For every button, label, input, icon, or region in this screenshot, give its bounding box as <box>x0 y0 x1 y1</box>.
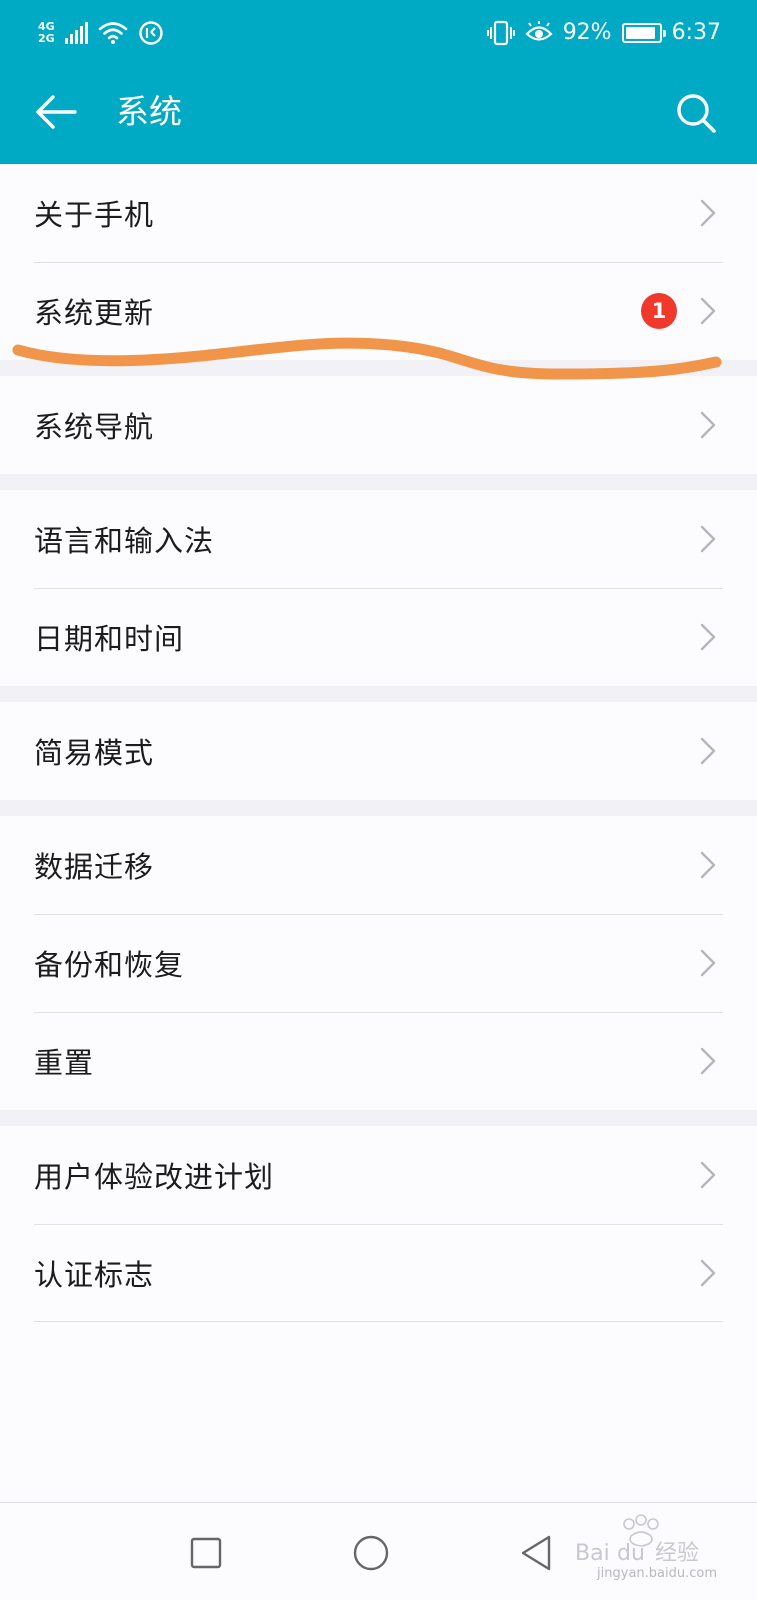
chevron-right-icon <box>699 199 717 227</box>
setting-reset[interactable]: 重置 <box>0 1012 757 1110</box>
back-nav-button[interactable] <box>514 1531 558 1575</box>
battery-level-fill <box>625 27 656 39</box>
status-bar: 4G 2G 92% 6:37 <box>0 0 757 64</box>
setting-label: 日期和时间 <box>34 622 185 656</box>
chevron-right-icon <box>699 1161 717 1189</box>
arrow-left-icon <box>36 95 77 129</box>
chevron-right-icon <box>699 297 717 325</box>
chevron-right-icon <box>699 1259 717 1287</box>
group-divider <box>0 686 757 702</box>
setting-simple-mode[interactable]: 简易模式 <box>0 702 757 800</box>
setting-label: 数据迁移 <box>34 850 155 884</box>
chevron-right-icon <box>699 1047 717 1075</box>
signal-icon <box>64 22 88 44</box>
search-icon <box>677 94 716 133</box>
settings-group: 数据迁移 备份和恢复 重置 <box>0 816 757 1110</box>
chevron-right-icon <box>699 623 717 651</box>
settings-group: 用户体验改进计划 认证标志 <box>0 1126 757 1526</box>
back-button[interactable] <box>30 86 82 138</box>
watermark-url: jingyan.baidu.com <box>597 1566 717 1581</box>
settings-list: 关于手机 系统更新 1 系统导航 语言和输入法 日期和时间 简易模式 数据迁移 … <box>0 164 757 1526</box>
setting-label: 认证标志 <box>34 1258 155 1292</box>
svg-text:du: du <box>617 1541 645 1566</box>
setting-system-navigation[interactable]: 系统导航 <box>0 376 757 474</box>
settings-group: 简易模式 <box>0 702 757 800</box>
wifi-icon <box>98 22 127 44</box>
setting-backup-restore[interactable]: 备份和恢复 <box>0 914 757 1012</box>
setting-label: 用户体验改进计划 <box>34 1160 275 1194</box>
settings-group: 语言和输入法 日期和时间 <box>0 490 757 686</box>
status-right: 92% 6:37 <box>486 16 721 50</box>
chevron-right-icon <box>699 851 717 879</box>
back-triangle-icon <box>521 1535 551 1571</box>
setting-label: 简易模式 <box>34 736 155 770</box>
setting-system-update[interactable]: 系统更新 1 <box>0 262 757 360</box>
group-divider <box>0 800 757 816</box>
network-bottom-label: 2G <box>38 32 55 45</box>
svg-text:Bai: Bai <box>575 1541 610 1566</box>
chevron-right-icon <box>699 949 717 977</box>
data-saver-icon <box>138 21 163 45</box>
group-divider <box>0 474 757 490</box>
home-button[interactable] <box>349 1531 393 1575</box>
group-divider <box>0 1110 757 1126</box>
setting-label: 重置 <box>34 1046 95 1080</box>
search-button[interactable] <box>671 88 721 138</box>
setting-about-phone[interactable]: 关于手机 <box>0 164 757 262</box>
setting-language-input[interactable]: 语言和输入法 <box>0 490 757 588</box>
status-left: 4G 2G <box>38 16 164 50</box>
setting-label: 备份和恢复 <box>34 948 185 982</box>
settings-group: 关于手机 系统更新 1 <box>0 164 757 360</box>
battery-icon <box>621 23 666 43</box>
battery-percent: 92% <box>562 20 612 45</box>
setting-user-experience-program[interactable]: 用户体验改进计划 <box>0 1126 757 1224</box>
setting-label: 关于手机 <box>34 198 155 232</box>
chevron-right-icon <box>699 411 717 439</box>
settings-group: 系统导航 <box>0 376 757 474</box>
setting-label: 系统更新 <box>34 296 155 330</box>
setting-date-time[interactable]: 日期和时间 <box>0 588 757 686</box>
eye-comfort-icon <box>525 21 553 41</box>
vibrate-icon <box>486 20 515 46</box>
recent-apps-button[interactable] <box>184 1531 228 1575</box>
update-count-badge: 1 <box>641 293 677 329</box>
setting-certification-logos[interactable]: 认证标志 <box>0 1224 757 1322</box>
svg-text:经验: 经验 <box>655 1541 699 1566</box>
setting-label: 系统导航 <box>34 410 155 444</box>
setting-data-migration[interactable]: 数据迁移 <box>0 816 757 914</box>
chevron-right-icon <box>699 737 717 765</box>
setting-label: 语言和输入法 <box>34 524 215 558</box>
group-divider <box>0 360 757 376</box>
network-type: 4G 2G <box>38 21 55 45</box>
recent-apps-icon <box>190 1537 222 1569</box>
app-bar: 4G 2G 92% 6:37 系统 <box>0 0 757 164</box>
page-title: 系统 <box>116 92 182 131</box>
clock: 6:37 <box>671 20 721 45</box>
chevron-right-icon <box>699 525 717 553</box>
home-icon <box>353 1535 389 1571</box>
